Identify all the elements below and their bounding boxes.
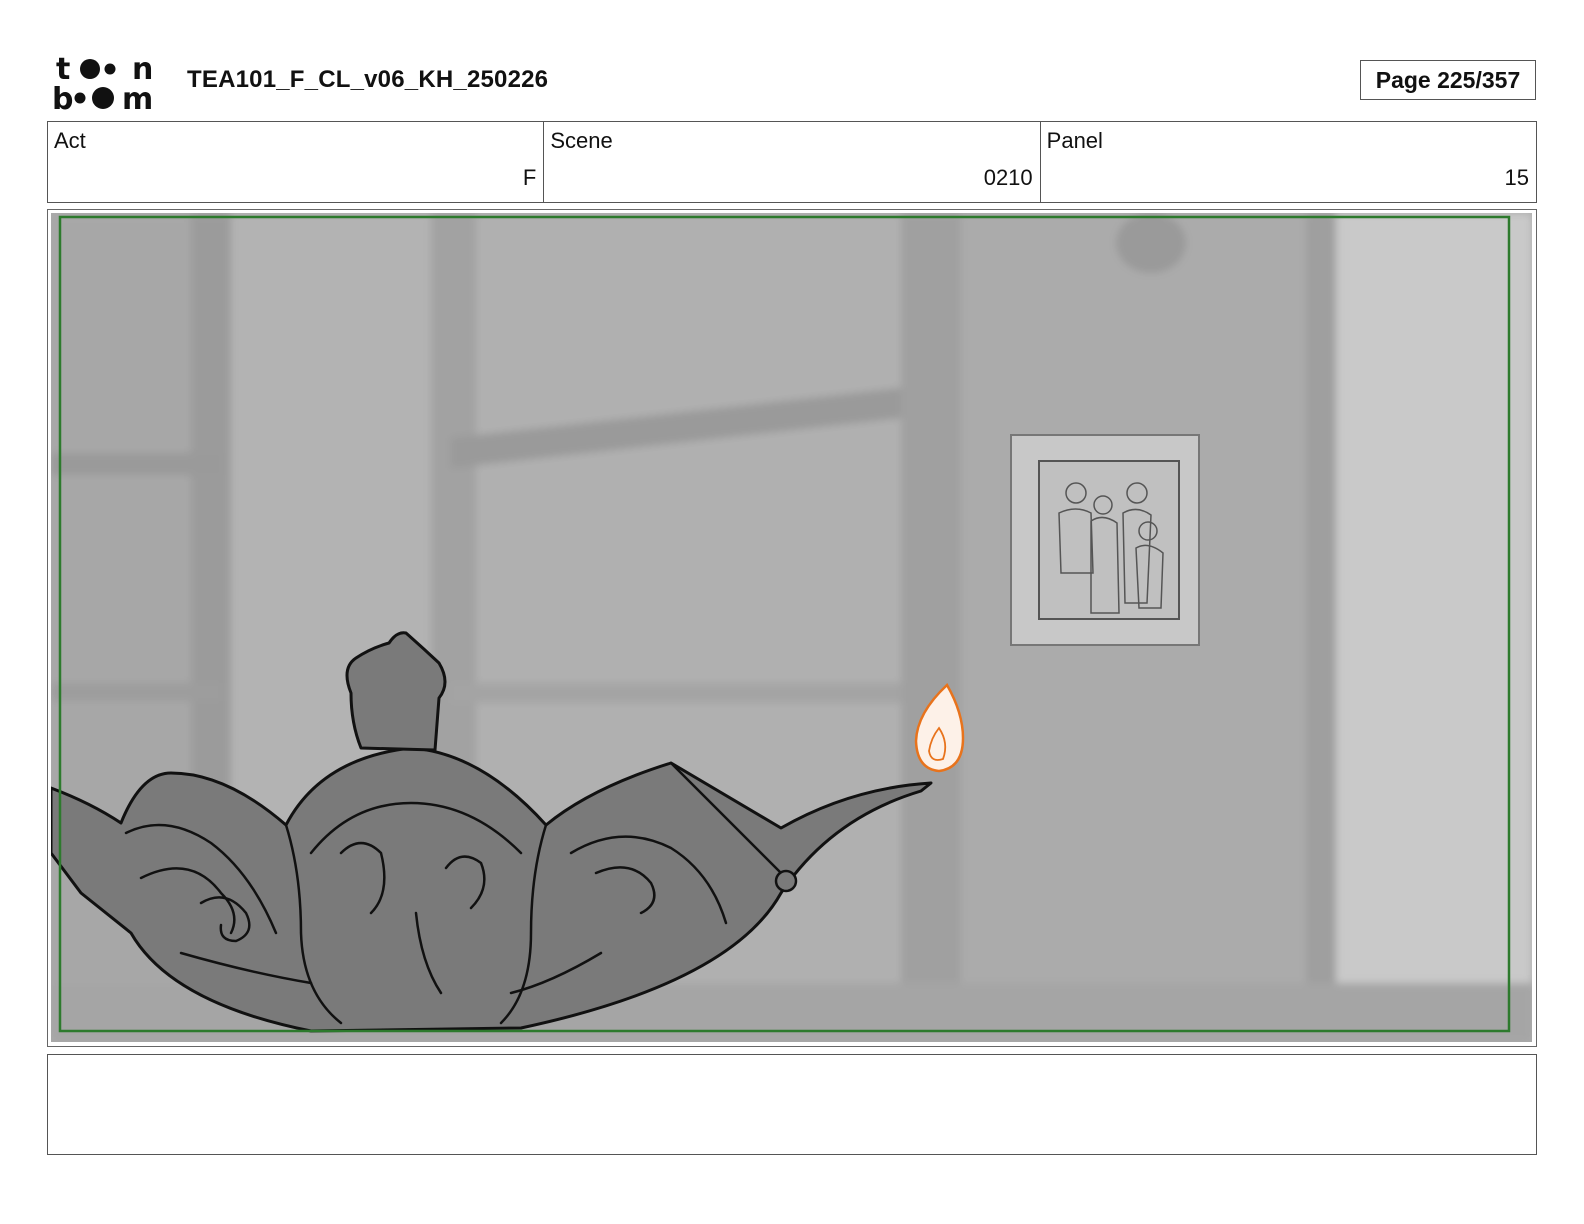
info-table: Act F Scene 0210 Panel 15 [47, 121, 1537, 203]
toon-boom-logo: t n b m [52, 52, 153, 112]
act-value: F [522, 165, 537, 190]
act-cell: Act F [48, 122, 545, 202]
document-title: TEA101_F_CL_v06_KH_250226 [187, 66, 549, 93]
page-counter: Page 225/357 [1360, 60, 1536, 100]
scene-value: 0210 [983, 165, 1033, 190]
svg-text:m: m [122, 82, 153, 112]
family-picture-frame [1010, 434, 1200, 646]
panel-cell: Panel 15 [1041, 122, 1536, 202]
panel-value: 15 [1504, 165, 1529, 190]
act-label: Act [54, 128, 86, 153]
caption-box [47, 1054, 1537, 1155]
panel-drawing [51, 213, 1532, 1042]
svg-text:b: b [52, 82, 73, 112]
panel-label: Panel [1046, 128, 1103, 153]
scene-label: Scene [550, 128, 613, 153]
storyboard-panel [47, 209, 1537, 1047]
scene-cell: Scene 0210 [544, 122, 1041, 202]
